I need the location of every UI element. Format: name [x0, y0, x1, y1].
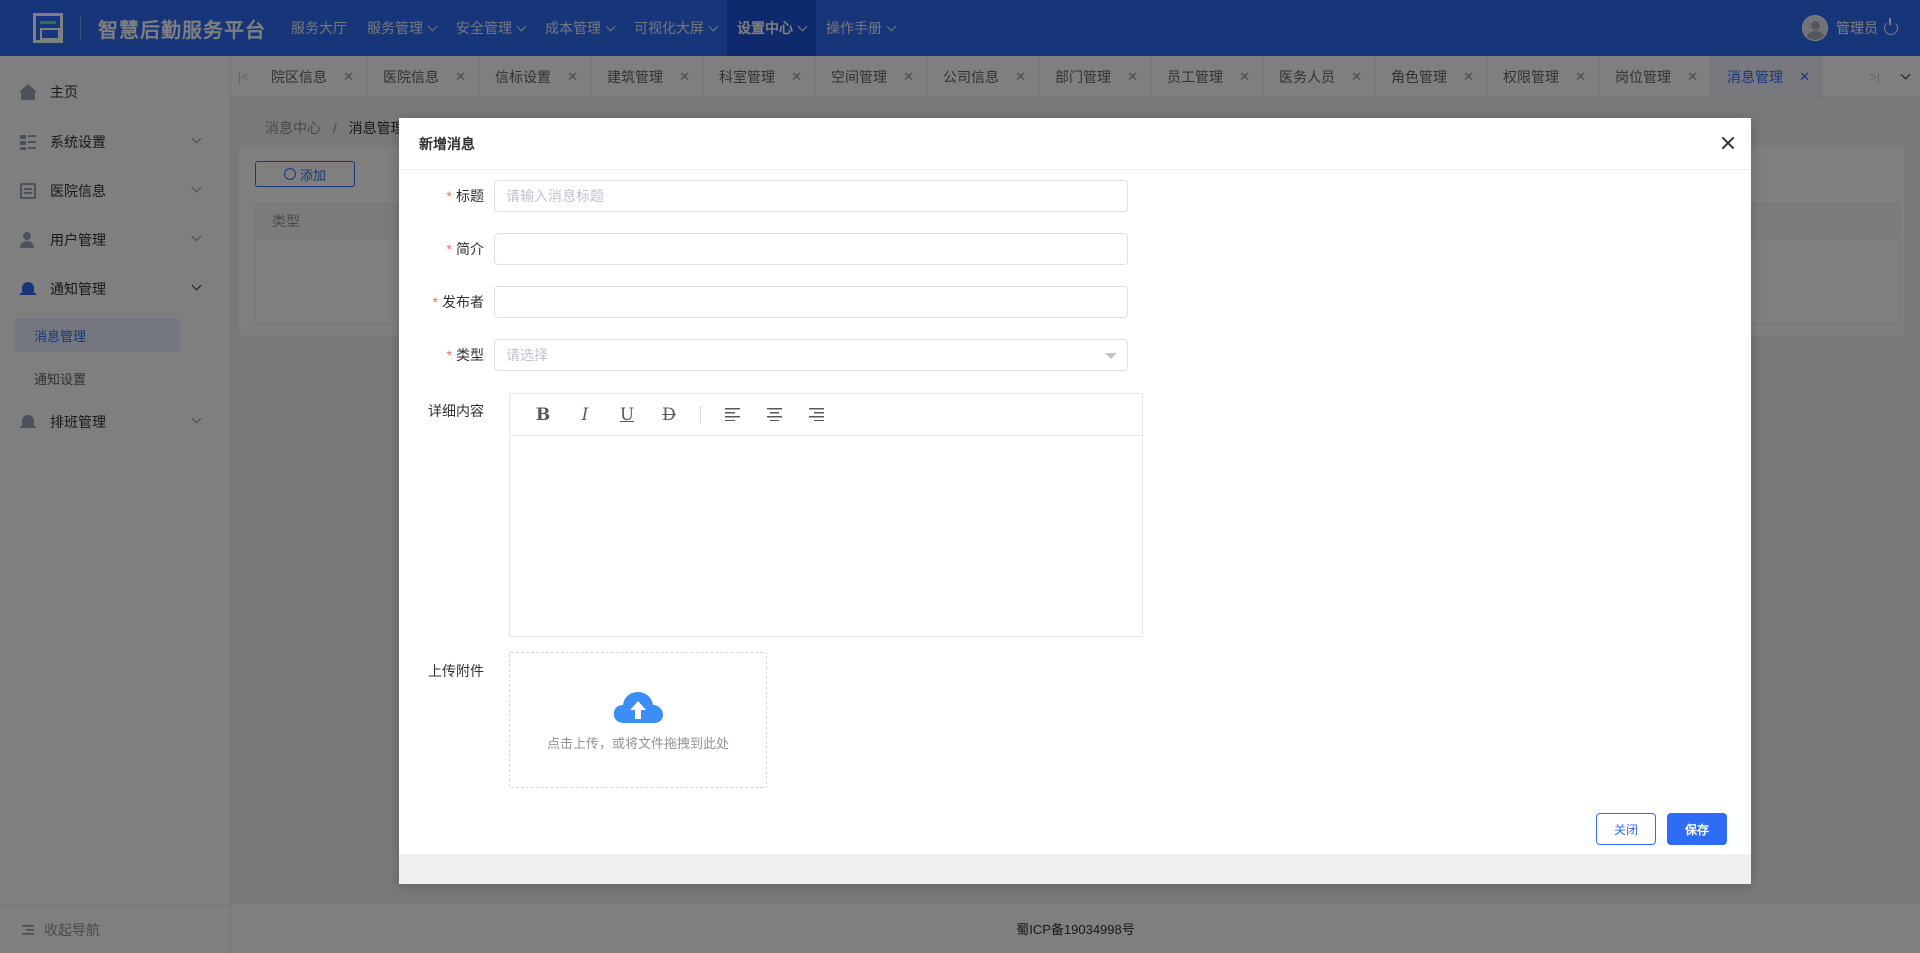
align-center-icon: [766, 408, 782, 421]
align-right-button[interactable]: [795, 400, 837, 430]
upload-dropzone[interactable]: 点击上传，或将文件拖拽到此处: [509, 652, 767, 788]
required-mark: *: [446, 347, 452, 363]
cloud-upload-icon: [613, 691, 663, 723]
form-row-summary: * 简介: [399, 233, 1128, 265]
upload-hint: 点击上传，或将文件拖拽到此处: [546, 735, 729, 751]
title-input[interactable]: [494, 180, 1128, 212]
dialog-title: 新增消息: [419, 135, 475, 152]
new-message-dialog: 新增消息 *标题 *简介 *发布者 *类型 请选择 详细内容 B I U D: [399, 118, 1751, 884]
editor-content-area[interactable]: [510, 436, 1142, 636]
field-label: 详细内容: [428, 403, 484, 419]
field-label: * 类型: [399, 345, 494, 365]
close-icon[interactable]: [1719, 134, 1737, 152]
bold-icon[interactable]: B: [522, 400, 564, 430]
field-label-text: 类型: [456, 347, 484, 363]
dialog-header: 新增消息: [399, 118, 1751, 170]
form-row-type: * 类型 请选择: [399, 339, 1128, 371]
required-mark: *: [446, 188, 452, 204]
underline-icon[interactable]: U: [606, 400, 648, 430]
toolbar-divider: [700, 405, 701, 424]
summary-input[interactable]: [494, 233, 1128, 265]
save-button[interactable]: 保存: [1667, 813, 1727, 845]
field-label: * 标题: [399, 186, 494, 206]
select-placeholder: 请选择: [506, 347, 548, 363]
align-left-button[interactable]: [711, 400, 753, 430]
form-row-detail: 详细内容: [399, 401, 494, 421]
align-center-button[interactable]: [753, 400, 795, 430]
form-row-title: * 标题: [399, 180, 1128, 212]
align-right-icon: [808, 408, 824, 421]
field-label: 上传附件: [428, 663, 484, 679]
required-mark: *: [446, 241, 452, 257]
type-select[interactable]: 请选择: [494, 339, 1128, 371]
publisher-input[interactable]: [494, 286, 1128, 318]
required-mark: *: [432, 294, 438, 310]
field-label-text: 发布者: [442, 294, 484, 310]
rich-text-editor: B I U D: [509, 393, 1143, 637]
caret-down-icon: [1105, 353, 1117, 359]
editor-toolbar: B I U D: [510, 394, 1142, 436]
strikethrough-icon[interactable]: D: [648, 400, 690, 430]
field-label: * 发布者: [399, 292, 494, 312]
field-label-text: 标题: [456, 188, 484, 204]
dialog-footer-bar: [399, 854, 1751, 884]
align-left-icon: [724, 408, 740, 421]
form-row-attachment: 上传附件: [399, 661, 494, 681]
field-label-text: 简介: [456, 241, 484, 257]
italic-icon[interactable]: I: [564, 400, 606, 430]
close-button[interactable]: 关闭: [1596, 813, 1656, 845]
field-label: * 简介: [399, 239, 494, 259]
form-row-publisher: * 发布者: [399, 286, 1128, 318]
